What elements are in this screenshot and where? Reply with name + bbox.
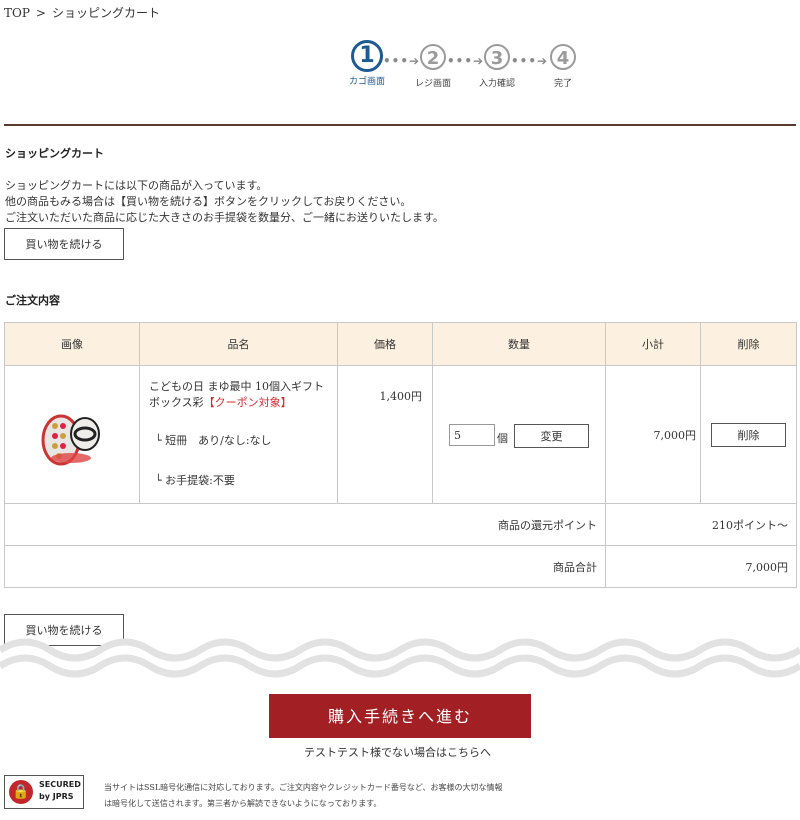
badge-text: SECURED by JPRS	[39, 779, 81, 803]
change-quantity-button[interactable]: 変更	[514, 424, 589, 448]
continue-shopping-button[interactable]: 買い物を続ける	[4, 228, 124, 260]
header-name: 品名	[139, 322, 338, 366]
step-4-label: 完了	[553, 79, 572, 89]
step-2-number: 2	[420, 44, 446, 70]
header-subtotal: 小計	[605, 322, 701, 366]
breadcrumb-separator: >	[35, 6, 46, 20]
total-label: 商品合計	[4, 545, 606, 588]
step-1-number: 1	[351, 40, 383, 72]
quantity-unit: 個	[497, 432, 508, 445]
points-label: 商品の還元ポイント	[4, 503, 606, 546]
step-3-label: 入力確認	[478, 79, 515, 89]
step-4-number: 4	[550, 44, 576, 70]
step-2-label: レジ画面	[414, 79, 451, 89]
coupon-badge: 【クーポン対象】	[203, 396, 292, 409]
points-value: 210ポイント〜	[605, 503, 797, 546]
total-row: 商品合計 7,000円	[4, 545, 797, 588]
table-header-row: 画像 品名 価格 数量 小計 削除	[4, 322, 797, 366]
points-row: 商品の還元ポイント 210ポイント〜	[4, 503, 797, 546]
step-4: 4 完了	[541, 44, 585, 89]
delete-item-button[interactable]: 削除	[711, 422, 786, 447]
cart-table: 画像 品名 価格 数量 小計 削除 こどもの日 まゆ最中 10個入ギフトボックス…	[4, 322, 797, 588]
intro-line-1: ショッピングカートには以下の商品が入っています。	[5, 179, 268, 192]
cart-intro: ショッピングカートには以下の商品が入っています。 他の商品もみる場合は【買い物を…	[5, 178, 444, 226]
total-value: 7,000円	[605, 545, 797, 588]
order-title: ご注文内容	[5, 294, 60, 307]
badge-line-2: by JPRS	[39, 792, 74, 801]
lock-icon: 🔒	[9, 780, 33, 804]
product-option-bag: └ お手提袋:不要	[155, 474, 235, 487]
ssl-line-1: 当サイトはSSL暗号化通信に対応しております。ご注文内容やクレジットカード番号な…	[104, 783, 503, 792]
breadcrumb-top-link[interactable]: TOP	[4, 6, 30, 20]
product-option-tanzaku: └ 短冊 あり/なし:なし	[155, 434, 272, 447]
checkout-button[interactable]: 購入手続きへ進む	[269, 694, 531, 738]
header-quantity: 数量	[432, 322, 606, 366]
badge-line-1: SECURED	[39, 780, 81, 789]
delete-cell: 削除	[700, 365, 797, 504]
header-delete: 削除	[700, 322, 797, 366]
ssl-notice: 当サイトはSSL暗号化通信に対応しております。ご注文内容やクレジットカード番号な…	[104, 780, 502, 812]
header-price: 価格	[337, 322, 433, 366]
breadcrumb: TOP > ショッピングカート	[4, 4, 160, 21]
subtotal-cell: 7,000円	[605, 365, 701, 504]
cart-title: ショッピングカート	[5, 147, 104, 160]
product-name-cell: こどもの日 まゆ最中 10個入ギフトボックス彩【クーポン対象】 └ 短冊 あり/…	[139, 365, 338, 504]
intro-line-2: 他の商品もみる場合は【買い物を続ける】ボタンをクリックしてお戻りください。	[5, 195, 412, 208]
header-image: 画像	[4, 322, 140, 366]
quantity-cell: 個 変更	[432, 365, 606, 504]
table-row: こどもの日 まゆ最中 10個入ギフトボックス彩【クーポン対象】 └ 短冊 あり/…	[4, 365, 797, 504]
step-1-label: カゴ画面	[348, 77, 385, 87]
product-name-block: こどもの日 まゆ最中 10個入ギフトボックス彩【クーポン対象】 └ 短冊 あり/…	[141, 367, 336, 489]
quantity-input[interactable]	[449, 424, 495, 446]
section-divider	[4, 124, 796, 126]
ssl-line-2: は暗号化して送信されます。第三者から解読できないようになっております。	[104, 799, 382, 808]
wave-overlay	[0, 638, 800, 682]
checkout-steps: 1 カゴ画面 •••➔ 2 レジ画面 •••➔ 3 入力確認 •••➔ 4 完了	[345, 40, 585, 98]
step-3-number: 3	[484, 44, 510, 70]
intro-line-3: ご注文いただいた商品に応じた大きさのお手提袋を数量分、ご一緒にお送りいたします。	[5, 211, 444, 224]
product-image[interactable]	[37, 400, 107, 470]
not-me-link[interactable]: テストテスト様でない場合はこちらへ	[304, 744, 491, 760]
price-cell: 1,400円	[337, 365, 433, 504]
product-image-cell	[4, 365, 140, 504]
jprs-secured-badge[interactable]: 🔒 SECURED by JPRS	[4, 775, 84, 809]
breadcrumb-current: ショッピングカート	[51, 6, 160, 20]
